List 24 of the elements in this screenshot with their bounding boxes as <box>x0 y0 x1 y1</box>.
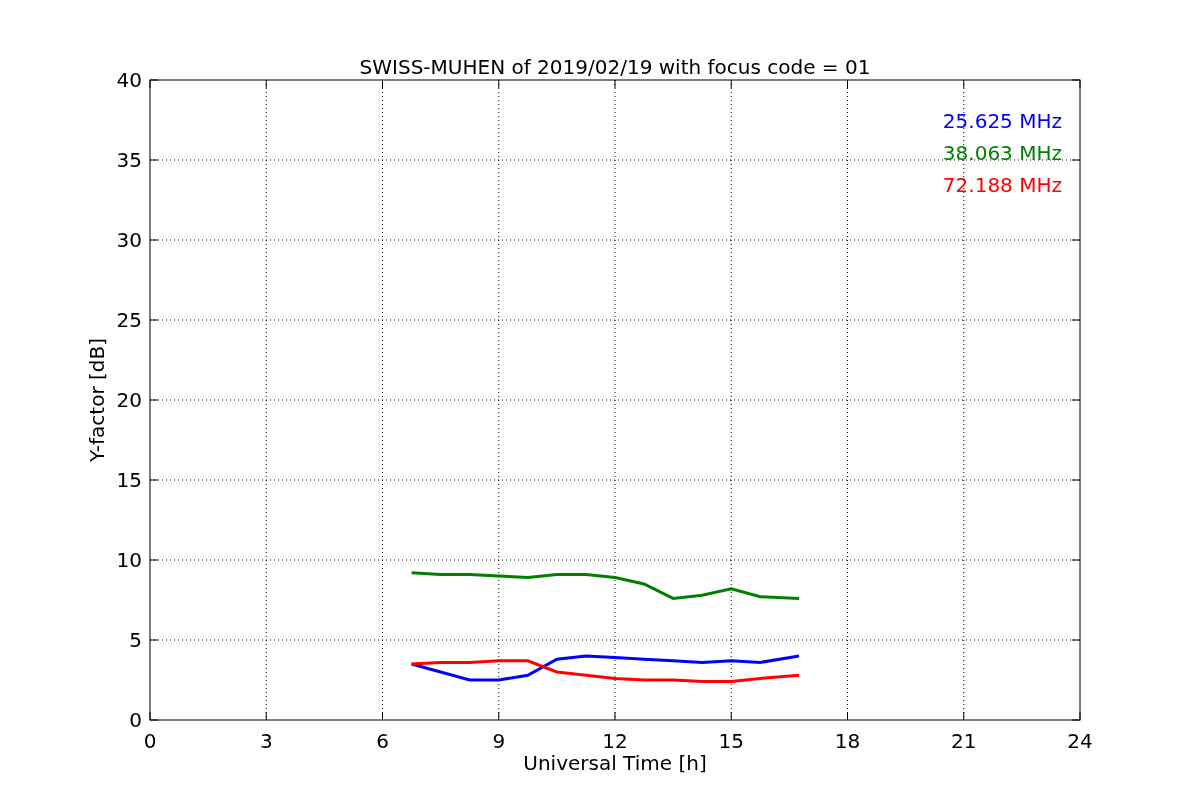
chart-title: SWISS-MUHEN of 2019/02/19 with focus code = 01 <box>359 55 871 79</box>
x-tick-label: 24 <box>1067 729 1093 753</box>
y-tick-label: 15 <box>116 468 142 492</box>
y-tick-label: 20 <box>116 388 142 412</box>
y-tick-label: 30 <box>116 228 142 252</box>
x-tick-label: 12 <box>602 729 628 753</box>
y-tick-label: 35 <box>116 148 142 172</box>
legend-label: 38.063 MHz <box>942 141 1062 165</box>
x-tick-label: 15 <box>718 729 744 753</box>
y-tick-label: 0 <box>129 708 142 732</box>
y-tick-label: 25 <box>116 308 142 332</box>
legend-label: 25.625 MHz <box>942 109 1062 133</box>
legend-label: 72.188 MHz <box>942 173 1062 197</box>
y-tick-label: 10 <box>116 548 142 572</box>
x-tick-label: 6 <box>376 729 389 753</box>
y-tick-label: 40 <box>116 68 142 92</box>
x-tick-label: 21 <box>951 729 977 753</box>
y-axis-label: Y-factor [dB] <box>85 338 109 462</box>
x-tick-label: 9 <box>492 729 506 753</box>
y-tick-label: 5 <box>129 628 142 652</box>
x-tick-label: 3 <box>259 729 273 753</box>
x-axis-label: Universal Time [h] <box>523 751 707 775</box>
x-tick-label: 0 <box>143 729 157 753</box>
x-tick-label: 18 <box>834 729 861 753</box>
